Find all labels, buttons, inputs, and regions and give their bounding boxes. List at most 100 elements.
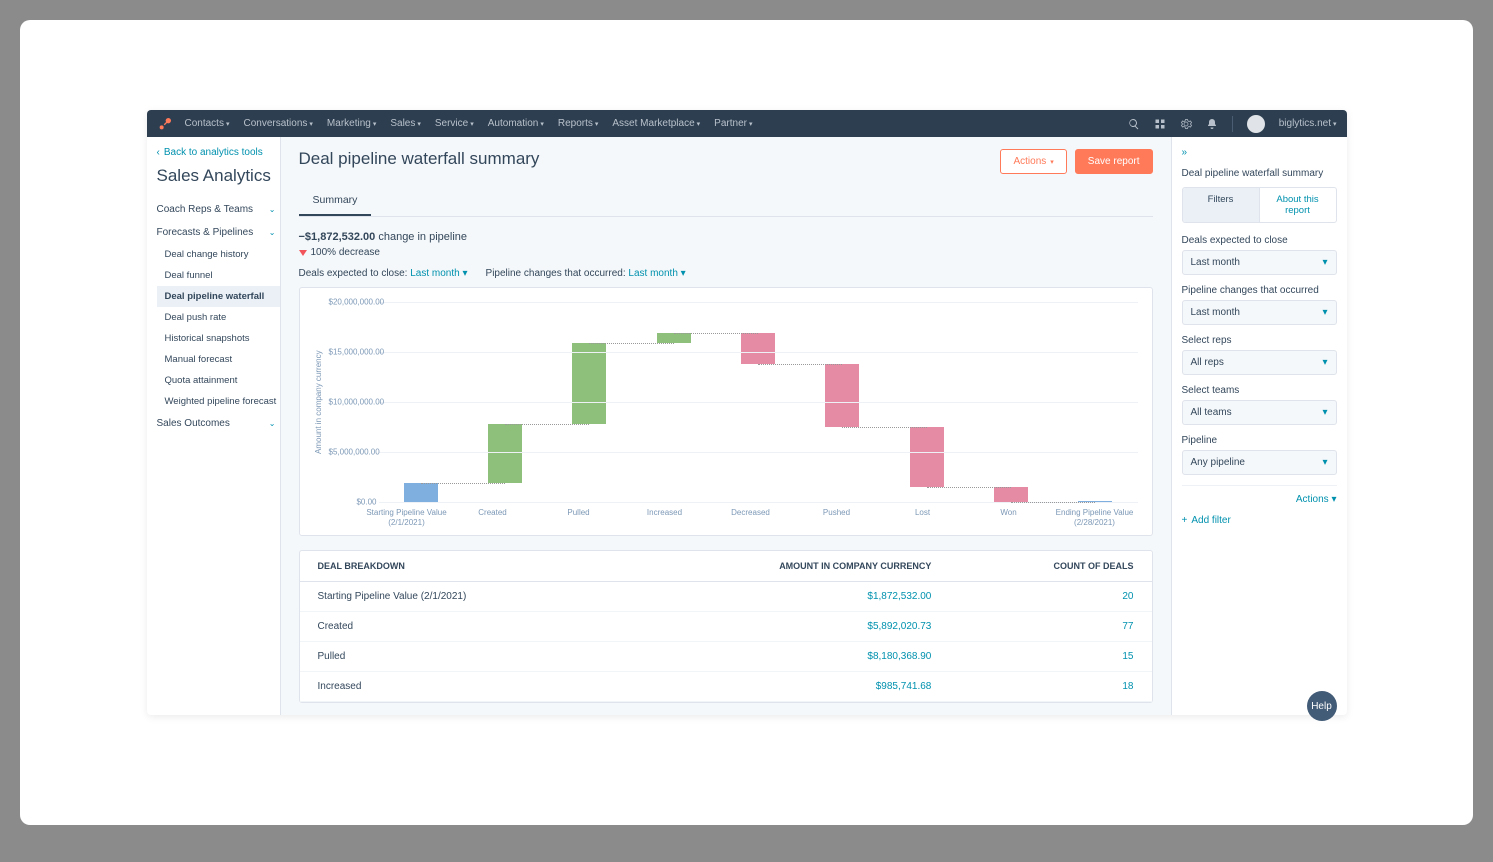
waterfall-bar[interactable] <box>404 483 438 502</box>
table-row: Starting Pipeline Value (2/1/2021)$1,872… <box>300 582 1152 612</box>
filter-pipeline-changes: Pipeline changes that occurred: Last mon… <box>486 268 686 279</box>
topnav-marketing[interactable]: Marketing ▾ <box>327 118 376 129</box>
x-tick: Increased <box>622 508 708 527</box>
nav-group-coach-reps-teams[interactable]: Coach Reps & Teams⌄ <box>157 198 280 221</box>
search-icon[interactable] <box>1128 118 1140 130</box>
waterfall-bar[interactable] <box>657 333 691 343</box>
waterfall-bar[interactable] <box>994 487 1028 502</box>
y-tick: $0.00 <box>329 498 377 507</box>
add-filter-link[interactable]: + Add filter <box>1182 515 1337 526</box>
help-button[interactable]: Help <box>1307 691 1337 721</box>
filter-field-label: Pipeline <box>1182 435 1337 446</box>
filter-pipeline-changes-value[interactable]: Last month ▾ <box>628 268 685 279</box>
row-count[interactable]: 15 <box>949 642 1151 672</box>
sidebar-item-deal-pipeline-waterfall[interactable]: Deal pipeline waterfall <box>157 286 280 307</box>
back-link[interactable]: ‹ Back to analytics tools <box>157 147 280 158</box>
actions-button[interactable]: Actions ▾ <box>1000 149 1066 174</box>
row-amount[interactable]: $5,892,020.73 <box>622 612 950 642</box>
topnav-service[interactable]: Service ▾ <box>435 118 474 129</box>
table-row: Created$5,892,020.7377 <box>300 612 1152 642</box>
y-tick: $5,000,000.00 <box>329 448 377 457</box>
tab-summary[interactable]: Summary <box>299 186 372 216</box>
x-tick: Pushed <box>794 508 880 527</box>
x-tick: Lost <box>880 508 966 527</box>
topnav-automation[interactable]: Automation ▾ <box>488 118 544 129</box>
waterfall-chart: Amount in company currency $0.00 $5,000,0… <box>299 287 1153 536</box>
table-header[interactable]: AMOUNT IN COMPANY CURRENCY <box>622 551 950 582</box>
x-tick: Ending Pipeline Value (2/28/2021) <box>1052 508 1138 527</box>
waterfall-bar[interactable] <box>825 364 859 427</box>
panel-tab-about[interactable]: About this report <box>1259 188 1336 222</box>
nav-group-sales-outcomes[interactable]: Sales Outcomes⌄ <box>157 412 280 435</box>
sidebar: ‹ Back to analytics tools Sales Analytic… <box>147 137 280 715</box>
notifications-icon[interactable] <box>1206 118 1218 130</box>
table-header[interactable]: COUNT OF DEALS <box>949 551 1151 582</box>
waterfall-bar[interactable] <box>572 343 606 425</box>
waterfall-bar[interactable] <box>910 427 944 487</box>
topbar: Contacts ▾ Conversations ▾ Marketing ▾ Sale… <box>147 110 1347 137</box>
hubspot-logo-icon[interactable] <box>157 116 173 132</box>
row-count[interactable]: 77 <box>949 612 1151 642</box>
table-header[interactable]: DEAL BREAKDOWN <box>300 551 622 582</box>
settings-icon[interactable] <box>1180 118 1192 130</box>
topnav-asset-marketplace[interactable]: Asset Marketplace ▾ <box>612 118 700 129</box>
row-label: Pulled <box>300 642 622 672</box>
x-tick: Starting Pipeline Value (2/1/2021) <box>364 508 450 527</box>
filter-select-pipeline-changes-that-occurred[interactable]: Last month▾ <box>1182 300 1337 325</box>
row-amount[interactable]: $1,872,532.00 <box>622 582 950 612</box>
y-tick: $15,000,000.00 <box>329 348 377 357</box>
x-tick: Pulled <box>536 508 622 527</box>
row-amount[interactable]: $985,741.68 <box>622 672 950 702</box>
row-count[interactable]: 20 <box>949 582 1151 612</box>
filter-select-select-reps[interactable]: All reps▾ <box>1182 350 1337 375</box>
page-title: Deal pipeline waterfall summary <box>299 149 540 169</box>
x-tick: Created <box>450 508 536 527</box>
row-count[interactable]: 18 <box>949 672 1151 702</box>
avatar[interactable] <box>1247 115 1265 133</box>
topnav-reports[interactable]: Reports ▾ <box>558 118 599 129</box>
pipeline-change-value: −$1,872,532.00 change in pipeline <box>299 231 1153 243</box>
filter-select-deals-expected-to-close[interactable]: Last month▾ <box>1182 250 1337 275</box>
topnav-partner[interactable]: Partner ▾ <box>714 118 752 129</box>
row-amount[interactable]: $8,180,368.90 <box>622 642 950 672</box>
app-window: Contacts ▾ Conversations ▾ Marketing ▾ Sale… <box>147 110 1347 715</box>
sidebar-item-quota-attainment[interactable]: Quota attainment <box>157 370 280 391</box>
topnav-contacts[interactable]: Contacts ▾ <box>185 118 230 129</box>
topnav-sales[interactable]: Sales ▾ <box>390 118 421 129</box>
row-label: Increased <box>300 672 622 702</box>
expand-panel-icon[interactable]: » <box>1182 147 1337 158</box>
row-label: Created <box>300 612 622 642</box>
panel-actions-link[interactable]: Actions ▾ <box>1296 494 1337 505</box>
account-dropdown[interactable]: biglytics.net ▾ <box>1279 118 1337 129</box>
filter-deals-expected-value[interactable]: Last month ▾ <box>410 268 467 279</box>
topnav-conversations[interactable]: Conversations ▾ <box>243 118 312 129</box>
main-content: Deal pipeline waterfall summary Actions … <box>280 137 1172 715</box>
y-axis-label: Amount in company currency <box>314 302 323 502</box>
filter-field-label: Deals expected to close <box>1182 235 1337 246</box>
filter-deals-expected: Deals expected to close: Last month ▾ <box>299 268 468 279</box>
x-tick: Decreased <box>708 508 794 527</box>
sidebar-item-deal-funnel[interactable]: Deal funnel <box>157 265 280 286</box>
sidebar-title: Sales Analytics <box>157 166 280 186</box>
row-label: Starting Pipeline Value (2/1/2021) <box>300 582 622 612</box>
table-row: Pulled$8,180,368.9015 <box>300 642 1152 672</box>
sidebar-item-weighted-pipeline-forecast[interactable]: Weighted pipeline forecast <box>157 391 280 412</box>
x-tick: Won <box>966 508 1052 527</box>
table-row: Increased$985,741.6818 <box>300 672 1152 702</box>
marketplace-icon[interactable] <box>1154 118 1166 130</box>
filters-panel-title: Deal pipeline waterfall summary <box>1182 168 1337 179</box>
panel-tab-filters[interactable]: Filters <box>1183 188 1259 222</box>
filters-panel: » Deal pipeline waterfall summary Filter… <box>1172 137 1347 715</box>
nav-group-forecasts-pipelines[interactable]: Forecasts & Pipelines⌄ <box>157 221 280 244</box>
sidebar-item-manual-forecast[interactable]: Manual forecast <box>157 349 280 370</box>
waterfall-bar[interactable] <box>741 333 775 364</box>
pipeline-decrease-text: 100% decrease <box>299 247 1153 258</box>
filter-field-label: Select teams <box>1182 385 1337 396</box>
save-report-button[interactable]: Save report <box>1075 149 1153 174</box>
filter-select-select-teams[interactable]: All teams▾ <box>1182 400 1337 425</box>
filter-select-pipeline[interactable]: Any pipeline▾ <box>1182 450 1337 475</box>
sidebar-item-historical-snapshots[interactable]: Historical snapshots <box>157 328 280 349</box>
waterfall-bar[interactable] <box>488 424 522 483</box>
sidebar-item-deal-change-history[interactable]: Deal change history <box>157 244 280 265</box>
sidebar-item-deal-push-rate[interactable]: Deal push rate <box>157 307 280 328</box>
